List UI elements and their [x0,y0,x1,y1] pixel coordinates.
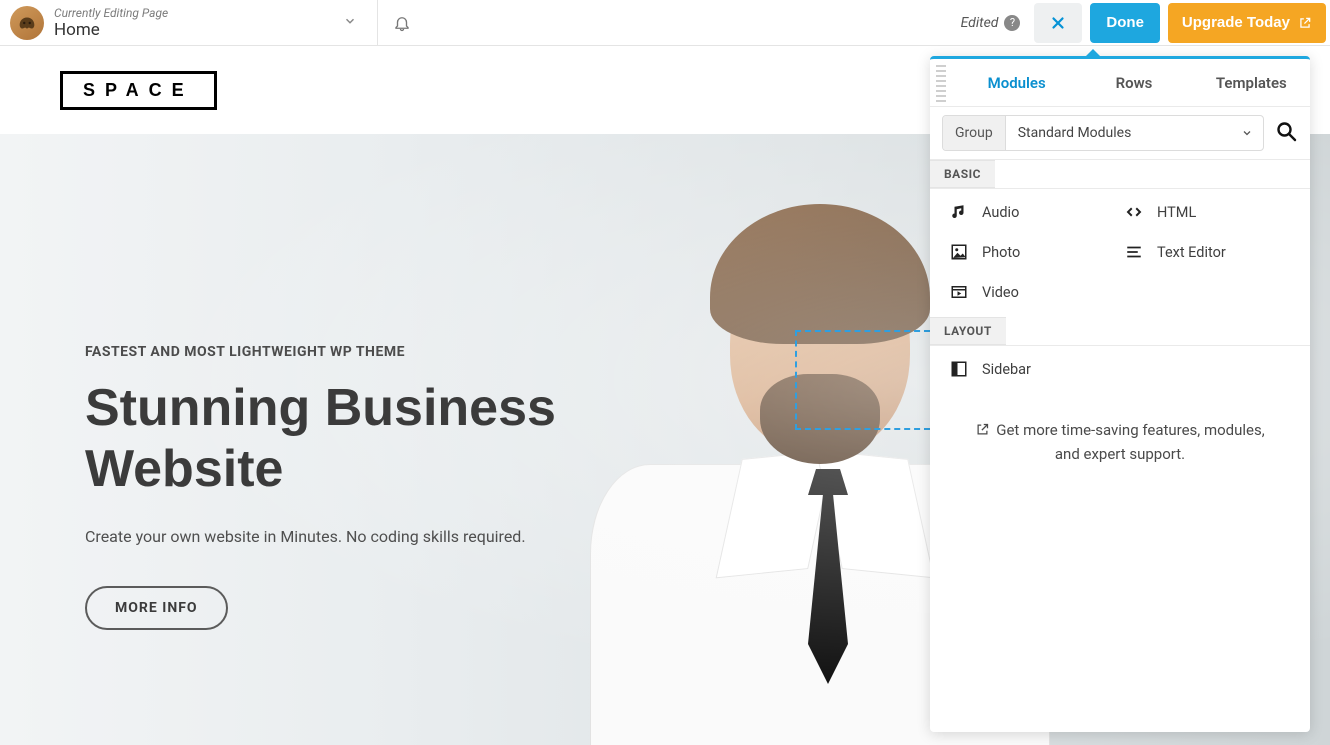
module-text-editor[interactable]: Text Editor [1125,243,1290,261]
section-header-basic: BASIC [930,160,995,188]
module-sidebar[interactable]: Sidebar [950,360,1115,378]
module-label: Audio [982,204,1019,221]
close-panel-button[interactable] [1034,3,1082,43]
drop-target-guide [795,330,930,430]
module-grid-layout: Sidebar [930,346,1310,394]
section-header-layout: LAYOUT [930,317,1006,345]
panel-drag-handle[interactable] [936,65,946,103]
audio-icon [950,203,968,221]
module-photo[interactable]: Photo [950,243,1115,261]
hero-cta-button[interactable]: MORE INFO [85,586,228,630]
search-icon [1274,119,1298,143]
close-icon [1049,14,1067,32]
module-label: Text Editor [1157,244,1226,261]
group-select[interactable]: Group Standard Modules [942,115,1264,151]
editing-label: Currently Editing Page [54,6,333,20]
hero-subcopy[interactable]: Create your own website in Minutes. No c… [85,527,725,546]
upsell-link[interactable]: Get more time-saving features, modules, … [930,394,1310,490]
help-icon[interactable]: ? [1004,15,1020,31]
edited-status: Edited ? [961,15,1021,31]
tab-modules[interactable]: Modules [958,74,1075,92]
group-value: Standard Modules [1006,116,1231,150]
page-title-dropdown[interactable]: Currently Editing Page Home [0,0,378,45]
search-button[interactable] [1274,119,1298,147]
chevron-down-icon [343,14,357,32]
upgrade-button[interactable]: Upgrade Today [1168,3,1326,43]
module-label: Sidebar [982,361,1031,378]
text-icon [1125,243,1143,261]
group-label: Group [943,116,1006,150]
upsell-text: Get more time-saving features, modules, … [996,421,1264,463]
module-html[interactable]: HTML [1125,203,1290,221]
photo-icon [950,243,968,261]
bell-icon [393,14,411,32]
site-logo[interactable]: SPACE [60,71,217,110]
done-button[interactable]: Done [1090,3,1160,43]
builder-logo-icon [10,6,44,40]
hero-eyebrow[interactable]: FASTEST AND MOST LIGHTWEIGHT WP THEME [85,344,725,360]
tab-rows[interactable]: Rows [1075,74,1192,92]
panel-tabs: Modules Rows Templates [930,59,1310,107]
editor-topbar: Currently Editing Page Home Edited ? Don… [0,0,1330,46]
module-label: Photo [982,244,1020,261]
module-grid-basic: Audio HTML Photo Text Editor Video [930,189,1310,317]
hero-copy: FASTEST AND MOST LIGHTWEIGHT WP THEME St… [85,344,725,630]
modules-panel: Modules Rows Templates Group Standard Mo… [930,56,1310,732]
chevron-down-icon [1231,116,1263,150]
module-label: HTML [1157,204,1196,221]
external-link-icon [975,422,990,437]
tab-templates[interactable]: Templates [1193,74,1310,92]
code-icon [1125,203,1143,221]
hero-headline[interactable]: Stunning Business Website [85,378,725,501]
page-name: Home [54,20,333,40]
notifications-button[interactable] [378,0,426,45]
external-link-icon [1298,16,1312,30]
upgrade-label: Upgrade Today [1182,14,1290,31]
group-filter-row: Group Standard Modules [930,107,1310,160]
module-label: Video [982,284,1019,301]
panel-caret [1085,49,1101,57]
sidebar-icon [950,360,968,378]
video-icon [950,283,968,301]
module-audio[interactable]: Audio [950,203,1115,221]
module-video[interactable]: Video [950,283,1115,301]
